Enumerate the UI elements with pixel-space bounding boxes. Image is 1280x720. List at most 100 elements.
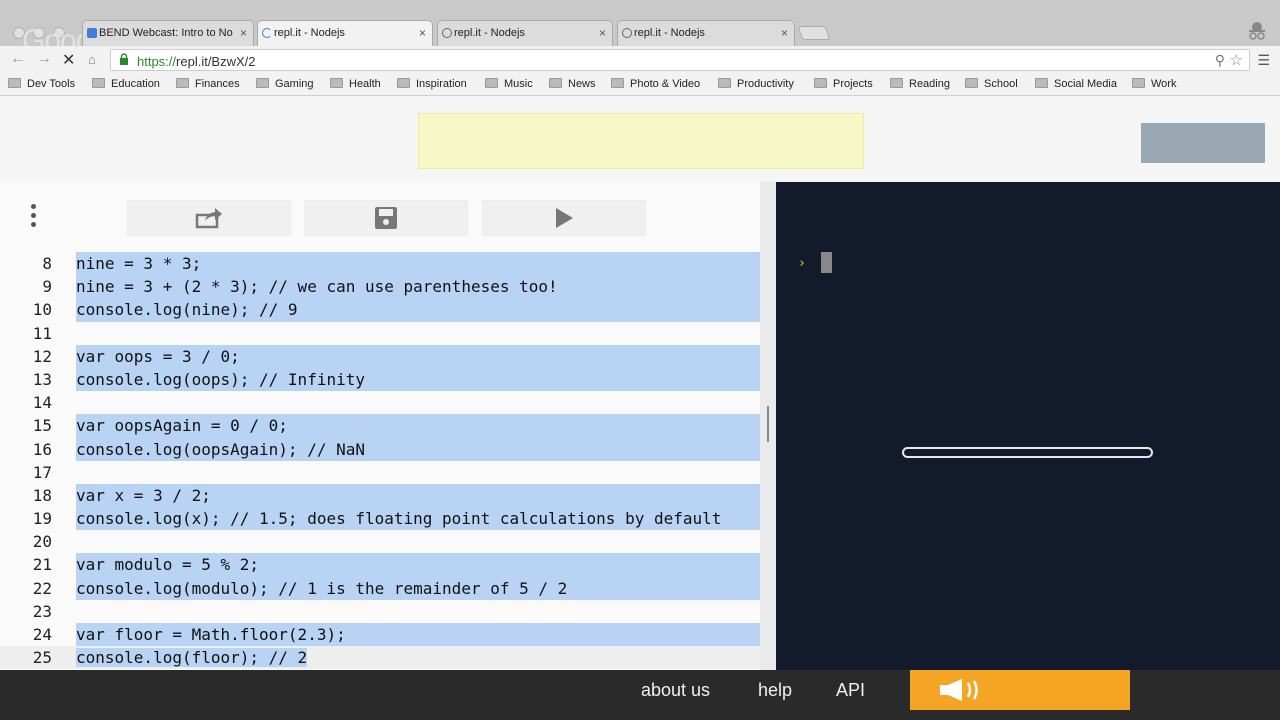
code-text[interactable]: console.log(oopsAgain); // NaN bbox=[76, 437, 760, 461]
more-options-icon[interactable] bbox=[31, 204, 39, 231]
code-line[interactable]: 21 var modulo = 5 % 2; bbox=[0, 553, 760, 577]
splitter-grip-icon[interactable] bbox=[767, 406, 769, 442]
tab-bend-webcast[interactable]: BEND Webcast: Intro to No × bbox=[82, 20, 254, 46]
pane-splitter[interactable] bbox=[760, 182, 776, 670]
home-icon[interactable]: ⌂ bbox=[88, 52, 96, 67]
help-link[interactable]: help bbox=[758, 680, 792, 701]
bookmark-folder[interactable]: Productivity bbox=[718, 78, 794, 90]
bookmark-folder[interactable]: Reading bbox=[890, 78, 950, 90]
folder-icon bbox=[256, 78, 269, 88]
bookmark-folder[interactable]: Health bbox=[330, 78, 381, 90]
code-line[interactable]: 11 bbox=[0, 322, 760, 345]
bookmark-folder[interactable]: Photo & Video bbox=[611, 78, 700, 90]
code-text[interactable]: console.log(nine); // 9 bbox=[76, 298, 760, 322]
bookmark-folder[interactable]: Work bbox=[1132, 78, 1176, 90]
share-button[interactable] bbox=[127, 200, 291, 236]
code-text[interactable]: var x = 3 / 2; bbox=[76, 483, 760, 508]
api-link[interactable]: API bbox=[836, 680, 865, 701]
back-arrow-icon[interactable]: ← bbox=[10, 50, 26, 68]
code-text[interactable]: var oops = 3 / 0; bbox=[76, 344, 760, 368]
bookmark-folder[interactable]: Gaming bbox=[256, 78, 314, 90]
save-button[interactable] bbox=[304, 200, 468, 236]
code-line[interactable]: 14 bbox=[0, 391, 760, 414]
address-bar[interactable]: https://repl.it/BzwX/2 ⚲ ☆ bbox=[110, 49, 1250, 71]
folder-icon bbox=[1035, 78, 1048, 88]
url-path: repl.it/BzwX/2 bbox=[176, 54, 256, 69]
chrome-menu-icon[interactable]: ☰ bbox=[1257, 52, 1270, 69]
code-text[interactable]: console.log(floor); // 2 bbox=[76, 646, 760, 669]
bookmark-label: Education bbox=[111, 78, 160, 90]
code-line[interactable]: 16 console.log(oopsAgain); // NaN bbox=[0, 437, 760, 461]
tab-close-icon[interactable]: × bbox=[599, 26, 606, 40]
code-line[interactable]: 25 console.log(floor); // 2 bbox=[0, 646, 760, 670]
editor-pane: 8 nine = 3 * 3; 9 nine = 3 + (2 * 3); // we… bbox=[0, 182, 760, 670]
line-number: 13 bbox=[32, 369, 52, 389]
bookmarks-bar: Dev Tools Education Finances Gaming Heal… bbox=[0, 74, 1280, 96]
code-line[interactable]: 19 console.log(x); // 1.5; does floating … bbox=[0, 507, 760, 531]
code-text[interactable]: nine = 3 * 3; bbox=[76, 252, 760, 276]
new-tab-button[interactable] bbox=[797, 26, 831, 40]
tab-repl-active[interactable]: repl.it - Nodejs × bbox=[257, 20, 433, 46]
share-icon bbox=[195, 208, 222, 229]
zoom-icon[interactable]: ⚲ bbox=[1215, 52, 1225, 69]
code-text[interactable]: console.log(x); // 1.5; does floating po… bbox=[76, 507, 760, 531]
bookmark-folder[interactable]: Inspiration bbox=[397, 78, 467, 90]
folder-icon bbox=[485, 78, 498, 88]
code-line[interactable]: 18 var x = 3 / 2; bbox=[0, 483, 760, 508]
code-line[interactable]: 9 nine = 3 + (2 * 3); // we can use paren… bbox=[0, 275, 760, 299]
folder-icon bbox=[8, 78, 21, 88]
code-text[interactable]: nine = 3 + (2 * 3); // we can use parent… bbox=[76, 275, 760, 299]
docs-favicon-icon bbox=[87, 28, 97, 38]
bookmark-label: Work bbox=[1151, 78, 1177, 90]
code-text[interactable]: console.log(modulo); // 1 is the remaind… bbox=[76, 576, 760, 600]
line-number: 8 bbox=[42, 254, 52, 273]
code-text[interactable]: console.log(oops); // Infinity bbox=[76, 367, 760, 392]
about-us-link[interactable]: about us bbox=[641, 680, 710, 701]
code-line[interactable]: 13 console.log(oops); // Infinity bbox=[0, 367, 760, 392]
bookmark-folder[interactable]: School bbox=[965, 78, 1018, 90]
code-text[interactable]: var floor = Math.floor(2.3); bbox=[76, 623, 760, 647]
bookmark-folder[interactable]: Music bbox=[485, 78, 533, 90]
line-number: 23 bbox=[32, 601, 52, 621]
repl-page: 8 nine = 3 * 3; 9 nine = 3 + (2 * 3); // we… bbox=[0, 96, 1280, 670]
code-line[interactable]: 10 console.log(nine); // 9 bbox=[0, 298, 760, 322]
code-editor[interactable]: 8 nine = 3 * 3; 9 nine = 3 + (2 * 3); // we… bbox=[0, 252, 760, 670]
page-footer: about us help API bbox=[0, 670, 1280, 720]
line-number: 17 bbox=[32, 462, 52, 482]
bookmark-label: Social Media bbox=[1054, 78, 1117, 90]
console-pane[interactable]: › bbox=[776, 182, 1280, 670]
tab-repl-3[interactable]: repl.it - Nodejs × bbox=[617, 20, 795, 46]
line-number: 11 bbox=[32, 323, 52, 343]
folder-icon bbox=[965, 78, 978, 88]
code-line[interactable]: 17 bbox=[0, 461, 760, 484]
forward-arrow-icon[interactable]: → bbox=[36, 50, 52, 68]
run-button[interactable] bbox=[482, 200, 646, 236]
bookmark-folder[interactable]: Finances bbox=[176, 78, 240, 90]
browser-toolbar: ← → ✕ ⌂ https://repl.it/BzwX/2 ⚲ ☆ ☰ bbox=[0, 46, 1280, 74]
tab-close-icon[interactable]: × bbox=[419, 26, 426, 40]
bookmark-folder[interactable]: Dev Tools bbox=[8, 78, 75, 90]
code-text[interactable]: var oopsAgain = 0 / 0; bbox=[76, 414, 760, 438]
code-line[interactable]: 22 console.log(modulo); // 1 is the remai… bbox=[0, 576, 760, 600]
stop-loading-icon[interactable]: ✕ bbox=[62, 50, 75, 70]
code-line[interactable]: 24 var floor = Math.floor(2.3); bbox=[0, 623, 760, 647]
bookmark-folder[interactable]: Social Media bbox=[1035, 78, 1117, 90]
code-text[interactable]: var modulo = 5 % 2; bbox=[76, 553, 760, 577]
code-line[interactable]: 15 var oopsAgain = 0 / 0; bbox=[0, 414, 760, 438]
code-line[interactable]: 23 bbox=[0, 600, 760, 623]
tab-close-icon[interactable]: × bbox=[240, 26, 247, 40]
bookmark-folder[interactable]: Education bbox=[92, 78, 160, 90]
code-line[interactable]: 8 nine = 3 * 3; bbox=[0, 252, 760, 276]
notice-banner bbox=[418, 113, 864, 169]
code-line[interactable]: 20 bbox=[0, 530, 760, 553]
tab-label: BEND Webcast: Intro to No bbox=[99, 27, 233, 39]
feedback-button[interactable] bbox=[910, 670, 1130, 710]
bookmark-folder[interactable]: News bbox=[549, 78, 596, 90]
header-button[interactable] bbox=[1141, 123, 1265, 163]
code-line[interactable]: 12 var oops = 3 / 0; bbox=[0, 344, 760, 368]
bookmark-star-icon[interactable]: ☆ bbox=[1230, 51, 1243, 69]
folder-icon bbox=[890, 78, 903, 88]
tab-repl-2[interactable]: repl.it - Nodejs × bbox=[437, 20, 613, 46]
bookmark-folder[interactable]: Projects bbox=[814, 78, 873, 90]
tab-close-icon[interactable]: × bbox=[781, 26, 788, 40]
